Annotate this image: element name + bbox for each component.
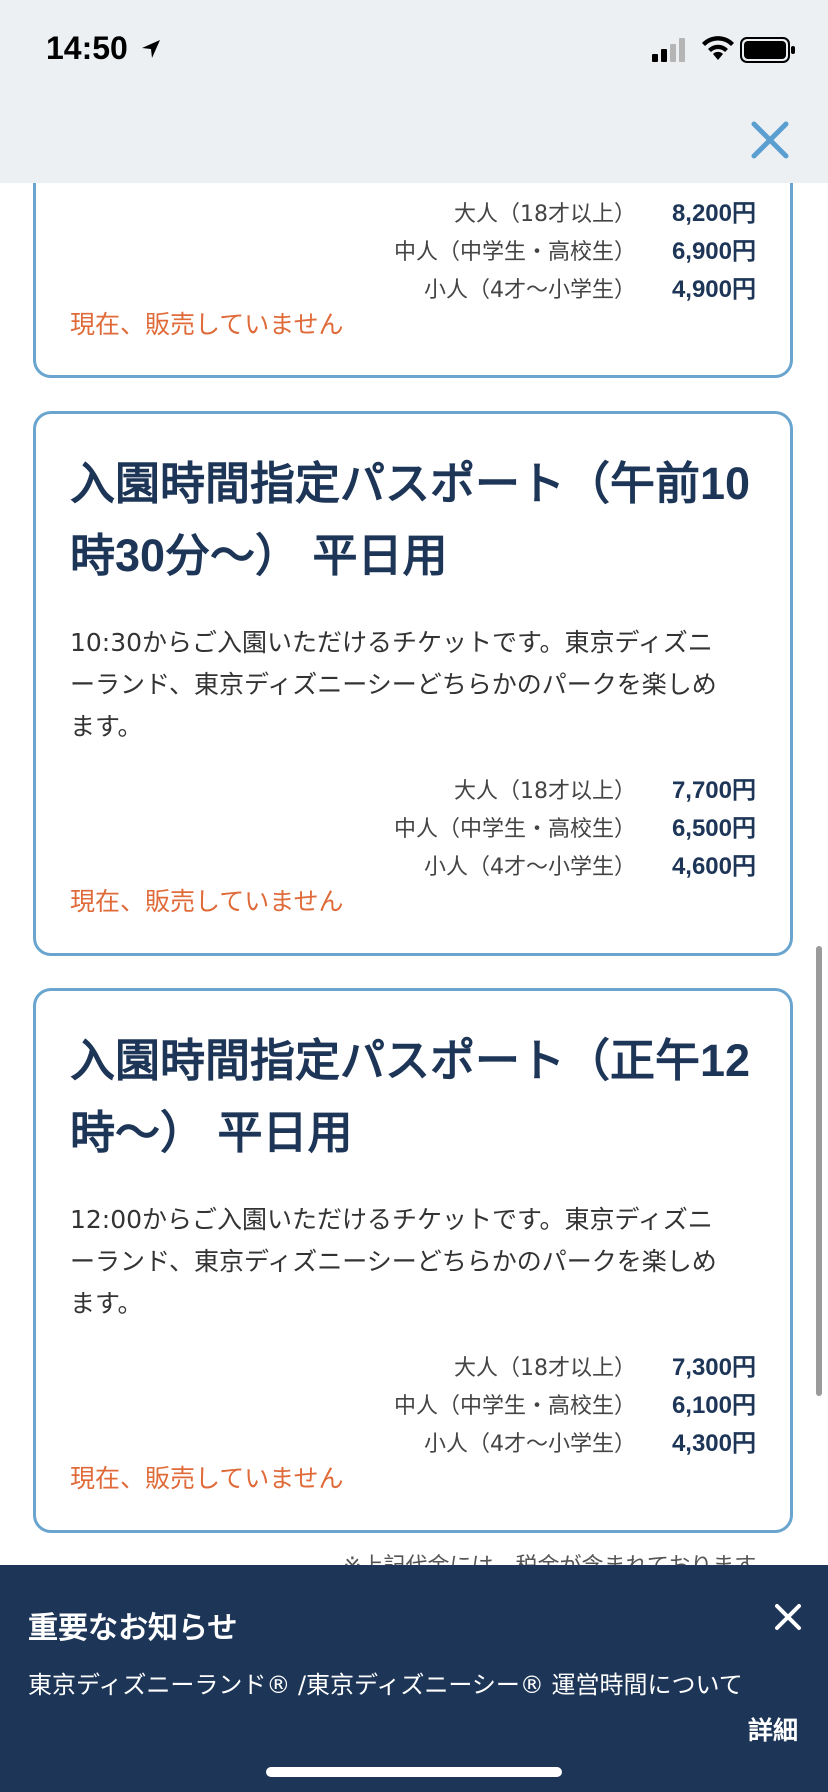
ticket-title: 入園時間指定パスポート（正午12 時〜） 平日用 — [70, 1025, 760, 1169]
price-row-child: 小人（4才〜小学生） 4,900円 — [156, 271, 756, 309]
price-label: 小人（4才〜小学生） — [424, 855, 636, 880]
price-label: 中人（中学生・高校生） — [393, 1394, 636, 1419]
price-row-junior: 中人（中学生・高校生） 6,500円 — [156, 810, 756, 848]
price-label: 中人（中学生・高校生） — [393, 817, 636, 842]
price-value: 7,300円 — [671, 1354, 756, 1381]
ticket-title-line: 入園時間指定パスポート（正午12 — [70, 1035, 751, 1086]
price-label: 大人（18才以上） — [454, 1356, 636, 1381]
ticket-title: 入園時間指定パスポート（午前10 時30分〜） 平日用 — [70, 448, 760, 592]
ticket-description: 10:30からご入園いただけるチケットです。東京ディズニ ーランド、東京ディズニ… — [70, 622, 750, 748]
important-notice-banner: 重要なお知らせ 東京ディズニーランド® /東京ディズニーシー® 運営時間について… — [0, 1565, 828, 1792]
price-value: 8,200円 — [671, 200, 756, 227]
notice-title: 重要なお知らせ — [28, 1611, 238, 1646]
sale-status: 現在、販売していません — [70, 1464, 344, 1493]
status-time: 14:50 — [46, 30, 128, 66]
price-label: 大人（18才以上） — [454, 779, 636, 804]
header-bar: 14:50 — [0, 0, 828, 183]
sale-status: 現在、販売していません — [70, 310, 344, 339]
ticket-description: 12:00からご入園いただけるチケットです。東京ディズニ ーランド、東京ディズニ… — [70, 1199, 750, 1325]
ticket-description-line: ます。 — [70, 1289, 143, 1318]
price-value: 4,300円 — [671, 1430, 756, 1457]
price-value: 4,900円 — [671, 276, 756, 303]
price-value: 6,500円 — [671, 815, 756, 842]
close-icon[interactable] — [748, 118, 792, 162]
price-value: 6,900円 — [671, 238, 756, 265]
location-arrow-icon — [142, 40, 160, 58]
battery-icon — [740, 37, 795, 63]
price-row-adult: 大人（18才以上） 7,300円 — [156, 1349, 756, 1387]
sale-status: 現在、販売していません — [70, 887, 344, 916]
price-value: 7,700円 — [671, 777, 756, 804]
ticket-title-line: 時30分〜） 平日用 — [70, 530, 448, 581]
price-list: 大人（18才以上） 7,300円 中人（中学生・高校生） 6,100円 小人（4才〜… — [156, 1349, 756, 1463]
price-value: 6,100円 — [671, 1392, 756, 1419]
price-row-child: 小人（4才〜小学生） 4,600円 — [156, 848, 756, 886]
home-indicator[interactable] — [266, 1767, 562, 1777]
notice-detail-link[interactable]: 詳細 — [748, 1711, 798, 1747]
price-list: 大人（18才以上） 7,700円 中人（中学生・高校生） 6,500円 小人（4才〜… — [156, 772, 756, 886]
ticket-description-line: ます。 — [70, 712, 143, 741]
price-label: 小人（4才〜小学生） — [424, 1432, 636, 1457]
price-label: 大人（18才以上） — [454, 202, 636, 227]
price-row-junior: 中人（中学生・高校生） 6,900円 — [156, 233, 756, 271]
ticket-list: 大人（18才以上） 8,200円 中人（中学生・高校生） 6,900円 小人（4才〜… — [0, 0, 828, 1792]
ticket-card[interactable]: 入園時間指定パスポート（正午12 時〜） 平日用 12:00からご入園いただける… — [33, 988, 793, 1533]
ticket-description-line: 10:30からご入園いただけるチケットです。東京ディズニ — [70, 628, 713, 657]
price-value: 4,600円 — [671, 853, 756, 880]
price-row-adult: 大人（18才以上） 7,700円 — [156, 772, 756, 810]
ticket-card: 大人（18才以上） 8,200円 中人（中学生・高校生） 6,900円 小人（4才〜… — [33, 150, 793, 378]
cellular-signal-icon — [652, 38, 685, 62]
price-row-child: 小人（4才〜小学生） 4,300円 — [156, 1425, 756, 1463]
wifi-icon — [702, 36, 734, 60]
ticket-title-line: 入園時間指定パスポート（午前10 — [70, 458, 751, 509]
price-list: 大人（18才以上） 8,200円 中人（中学生・高校生） 6,900円 小人（4才〜… — [156, 195, 756, 309]
ticket-description-line: ーランド、東京ディズニーシーどちらかのパークを楽しめ — [70, 1247, 717, 1276]
price-label: 中人（中学生・高校生） — [393, 240, 636, 265]
notice-link[interactable]: 東京ディズニーランド® /東京ディズニーシー® 運営時間について — [28, 1665, 743, 1700]
ticket-description-line: 12:00からご入園いただけるチケットです。東京ディズニ — [70, 1205, 713, 1234]
price-row-adult: 大人（18才以上） 8,200円 — [156, 195, 756, 233]
ticket-title-line: 時〜） 平日用 — [70, 1107, 353, 1158]
close-icon[interactable] — [772, 1601, 804, 1633]
ticket-description-line: ーランド、東京ディズニーシーどちらかのパークを楽しめ — [70, 670, 717, 699]
price-row-junior: 中人（中学生・高校生） 6,100円 — [156, 1387, 756, 1425]
price-label: 小人（4才〜小学生） — [424, 278, 636, 303]
ticket-card[interactable]: 入園時間指定パスポート（午前10 時30分〜） 平日用 10:30からご入園いた… — [33, 411, 793, 956]
scrollbar[interactable] — [816, 946, 822, 1396]
